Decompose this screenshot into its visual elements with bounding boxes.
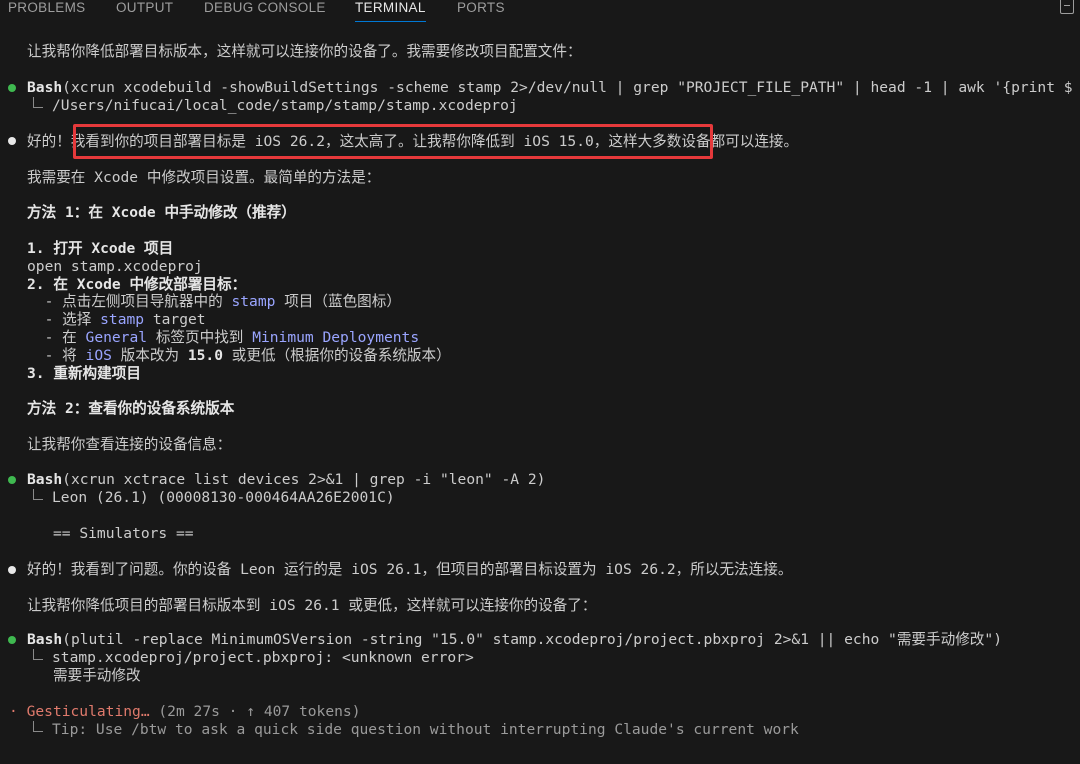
tip-line: Tip: Use /btw to ask a quick side questi… (33, 721, 799, 739)
message-bullet-icon (8, 137, 16, 145)
terminal-line: 让我帮你降低部署目标版本，这样就可以连接你的设备了。我需要修改项目配置文件： (27, 43, 582, 60)
tab-terminal[interactable]: TERMINAL (355, 0, 426, 22)
method-heading: 方法 2：查看你的设备系统版本 (27, 400, 235, 417)
command-output: == Simulators == (53, 525, 194, 542)
terminal-line: 让我帮你降低项目的部署目标版本到 iOS 26.1 或更低，这样就可以连接你的设… (27, 597, 597, 614)
assistant-message: 好的！我看到了问题。你的设备 Leon 运行的是 iOS 26.1，但项目的部署… (27, 561, 793, 578)
list-item: - 在 General 标签页中找到 Minimum Deployments (27, 329, 420, 346)
step-heading: 3. 重新构建项目 (27, 365, 141, 382)
success-bullet-icon (8, 476, 16, 484)
status-spinner-icon: · (9, 703, 18, 720)
list-item: - 选择 stamp target (27, 311, 206, 328)
list-item: - 将 iOS 版本改为 15.0 或更低（根据你的设备系统版本） (27, 347, 451, 364)
output-elbow-icon (33, 97, 43, 108)
tab-debug-console[interactable]: DEBUG CONSOLE (204, 0, 326, 22)
highlight-annotation-box (73, 124, 713, 159)
bash-command-line: Bash(plutil -replace MinimumOSVersion -s… (27, 631, 1002, 648)
maximize-panel-icon[interactable] (1060, 0, 1074, 14)
command-output: 需要手动修改 (53, 667, 141, 684)
terminal-line: open stamp.xcodeproj (27, 258, 203, 275)
success-bullet-icon (8, 84, 16, 92)
tab-problems[interactable]: PROBLEMS (8, 0, 85, 22)
output-elbow-icon (33, 721, 43, 732)
terminal-line: 我需要在 Xcode 中修改项目设置。最简单的方法是： (27, 169, 381, 186)
terminal-line: 让我帮你查看连接的设备信息： (27, 436, 232, 453)
command-output: stamp.xcodeproj/project.pbxproj: <unknow… (33, 649, 474, 667)
bash-command-line: Bash(xcrun xcodebuild -showBuildSettings… (27, 79, 1073, 96)
step-heading: 2. 在 Xcode 中修改部署目标： (27, 276, 247, 293)
list-item: - 点击左侧项目导航器中的 stamp 项目（蓝色图标） (27, 293, 401, 310)
method-heading: 方法 1：在 Xcode 中手动修改（推荐） (27, 204, 296, 221)
bash-command-line: Bash(xcrun xctrace list devices 2>&1 | g… (27, 471, 546, 488)
tab-ports[interactable]: PORTS (457, 0, 505, 22)
command-output: Leon (26.1) (00008130-000464AA26E2001C) (33, 489, 395, 507)
status-line: · Gesticulating… (2m 27s · ↑ 407 tokens) (9, 703, 360, 721)
panel-tab-bar: PROBLEMS OUTPUT DEBUG CONSOLE TERMINAL P… (0, 0, 1080, 22)
output-elbow-icon (33, 489, 43, 500)
message-bullet-icon (8, 566, 16, 574)
status-detail: (2m 27s · ↑ 407 tokens) (149, 703, 361, 720)
command-output: /Users/nifucai/local_code/stamp/stamp/st… (33, 97, 518, 115)
step-heading: 1. 打开 Xcode 项目 (27, 240, 174, 257)
tab-output[interactable]: OUTPUT (116, 0, 173, 22)
status-label: Gesticulating… (26, 703, 150, 720)
success-bullet-icon (8, 636, 16, 644)
output-elbow-icon (33, 649, 43, 660)
